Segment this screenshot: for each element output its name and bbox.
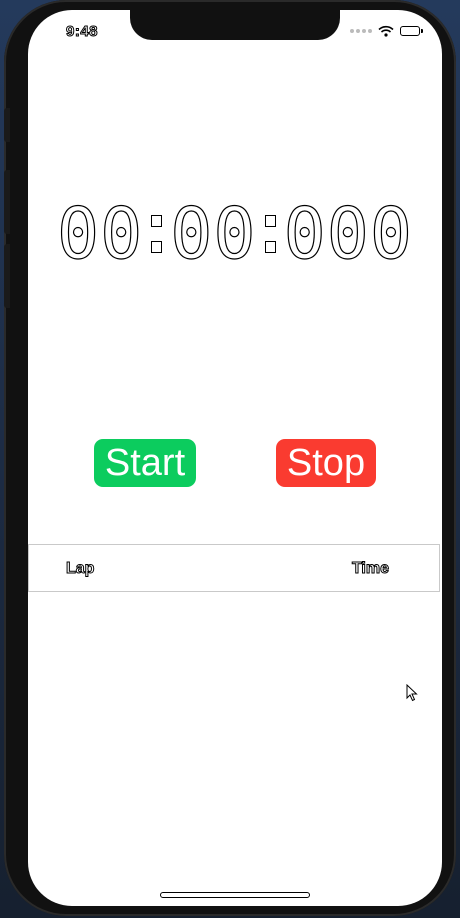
laps-table-header: Lap Time (28, 544, 440, 592)
time-separator (151, 215, 163, 253)
minutes-display: 00 (56, 192, 144, 275)
stop-button[interactable]: Stop (276, 439, 376, 487)
volume-down-button (4, 244, 10, 308)
app-screen: 9:48 00 00 000 Start Stop Lap Time (28, 10, 442, 906)
laps-list[interactable] (28, 592, 442, 882)
seconds-display: 00 (170, 192, 257, 275)
start-button[interactable]: Start (94, 439, 196, 487)
phone-frame: 9:48 00 00 000 Start Stop Lap Time (4, 0, 456, 916)
lap-column-header: Lap (65, 560, 95, 578)
status-time: 9:48 (65, 23, 99, 41)
home-indicator[interactable] (160, 892, 310, 898)
mute-switch (4, 108, 10, 142)
time-column-header: Time (351, 560, 389, 578)
milliseconds-display: 000 (283, 192, 414, 275)
stopwatch-display: 00 00 000 (28, 192, 442, 275)
status-icons (350, 25, 423, 37)
notch (130, 10, 340, 40)
wifi-icon (378, 25, 394, 37)
cellular-signal-icon (350, 29, 372, 33)
battery-icon (400, 26, 423, 36)
time-separator (264, 215, 276, 253)
mouse-cursor-icon (406, 684, 418, 702)
volume-up-button (4, 170, 10, 234)
